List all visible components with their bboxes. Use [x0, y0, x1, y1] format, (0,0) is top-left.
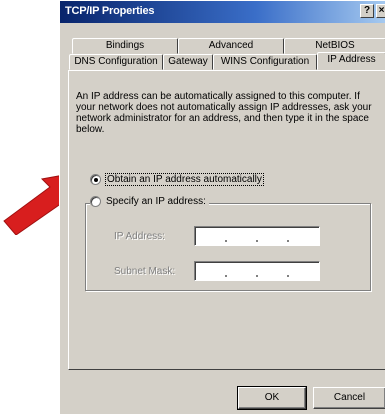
close-button[interactable]: × [376, 4, 385, 18]
help-button[interactable]: ? [360, 4, 374, 18]
tab-advanced[interactable]: Advanced [178, 38, 284, 54]
ip-address-label: IP Address: [114, 231, 165, 242]
tcpip-properties-dialog: TCP/IP Properties ? × Bindings Advanced … [59, 0, 385, 414]
ok-button[interactable]: OK [237, 386, 307, 410]
subnet-mask-field[interactable] [194, 261, 320, 281]
tab-wins-configuration[interactable]: WINS Configuration [213, 54, 317, 70]
specify-ip-radio[interactable] [90, 196, 101, 207]
ip-address-field[interactable] [194, 226, 320, 246]
obtain-auto-radio[interactable] [90, 174, 101, 185]
specify-ip-option[interactable]: Specify an IP address: [90, 196, 209, 207]
tab-gateway[interactable]: Gateway [163, 54, 213, 70]
window-title: TCP/IP Properties [65, 5, 155, 17]
specify-ip-label[interactable]: Specify an IP address: [106, 196, 206, 207]
tab-bindings[interactable]: Bindings [72, 38, 178, 54]
obtain-auto-option[interactable]: Obtain an IP address automatically [90, 173, 264, 186]
title-bar: TCP/IP Properties ? × [60, 1, 385, 23]
description-text: An IP address can be automatically assig… [76, 91, 372, 135]
subnet-mask-label: Subnet Mask: [114, 266, 176, 277]
cancel-button[interactable]: Cancel [313, 387, 385, 409]
tab-ip-address[interactable]: IP Address [317, 52, 385, 70]
tab-dns-configuration[interactable]: DNS Configuration [69, 54, 163, 70]
obtain-auto-label[interactable]: Obtain an IP address automatically [105, 173, 264, 186]
